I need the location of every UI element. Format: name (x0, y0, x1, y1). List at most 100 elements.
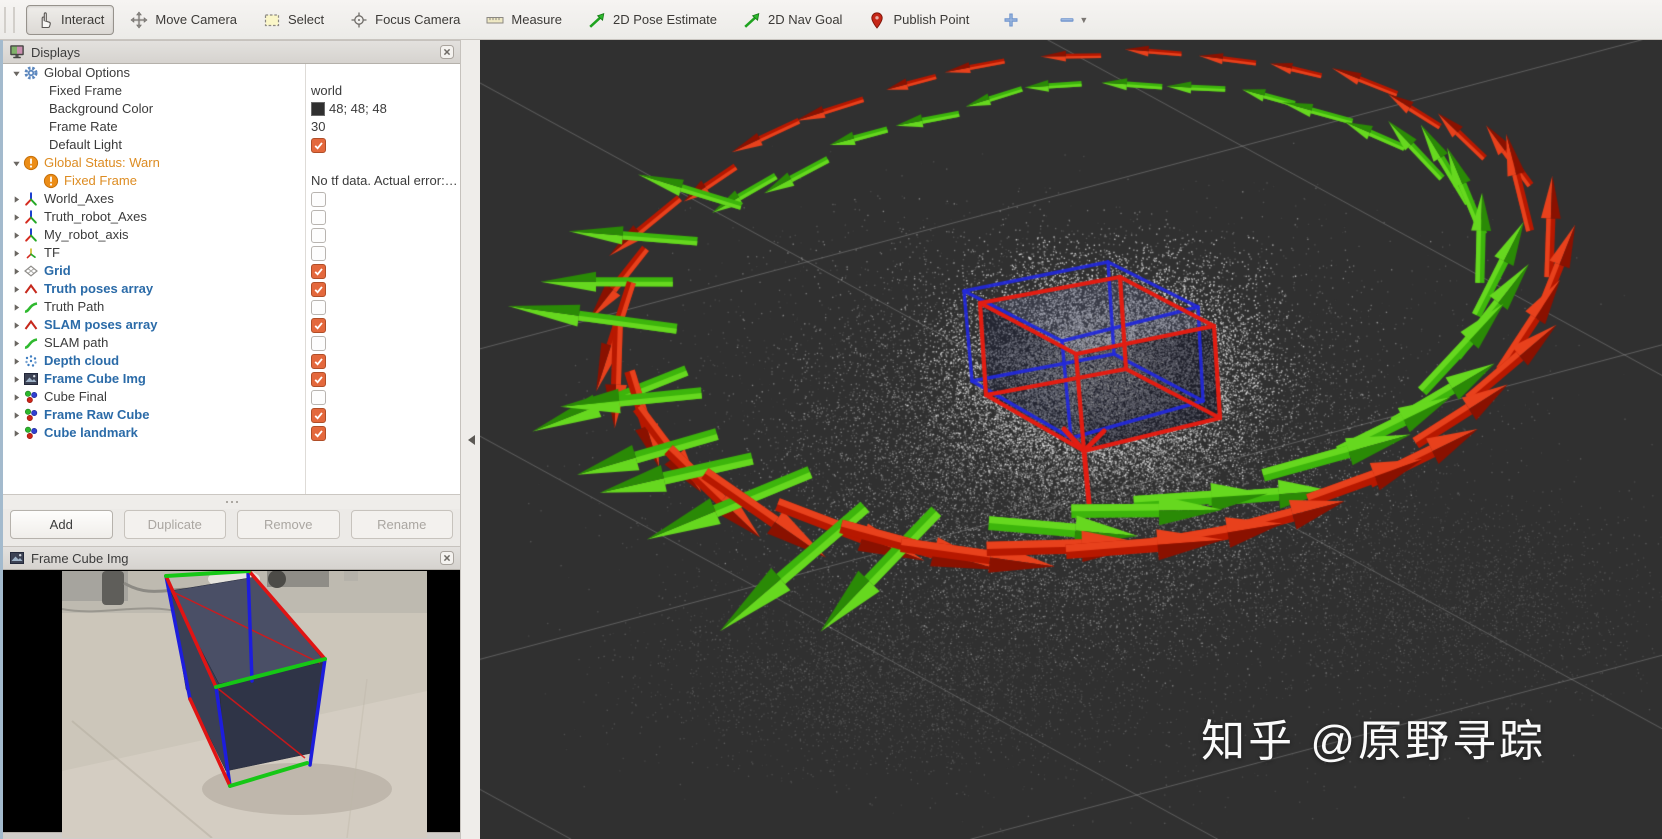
add-tool-button[interactable] (996, 7, 1026, 33)
expander-closed-icon[interactable] (9, 357, 23, 366)
row-value-cell[interactable] (306, 64, 460, 82)
row-label: Frame Rate (49, 118, 118, 136)
display-row-world-axes[interactable]: World_Axes (3, 190, 460, 208)
display-row-truth-robot-axes[interactable]: Truth_robot_Axes (3, 208, 460, 226)
display-row-fixed-frame[interactable]: Fixed Frame world (3, 82, 460, 100)
tree-splitter-handle[interactable] (3, 495, 460, 509)
display-row-truth-poses-array[interactable]: Truth poses array (3, 280, 460, 298)
row-value-cell[interactable] (306, 388, 460, 406)
display-row-depth-cloud[interactable]: Depth cloud (3, 352, 460, 370)
row-value-cell[interactable] (306, 190, 460, 208)
expander-closed-icon[interactable] (9, 339, 23, 348)
visibility-checkbox-unchecked[interactable] (311, 336, 326, 351)
display-row-global-status-warn[interactable]: Global Status: Warn (3, 154, 460, 172)
display-row-frame-cube-img[interactable]: Frame Cube Img (3, 370, 460, 388)
visibility-checkbox-checked[interactable] (311, 426, 326, 441)
visibility-checkbox-checked[interactable] (311, 408, 326, 423)
tool-focus-camera[interactable]: Focus Camera (340, 5, 470, 35)
row-value-cell[interactable] (306, 316, 460, 334)
visibility-checkbox-checked[interactable] (311, 282, 326, 297)
row-value-cell[interactable] (306, 244, 460, 262)
expander-closed-icon[interactable] (9, 231, 23, 240)
visibility-checkbox-checked[interactable] (311, 138, 326, 153)
row-value-cell[interactable] (306, 280, 460, 298)
rename-button[interactable]: Rename (351, 510, 454, 539)
image-panel-header: Frame Cube Img (3, 546, 460, 570)
expander-closed-icon[interactable] (9, 411, 23, 420)
tool-select[interactable]: Select (253, 5, 334, 35)
row-name-cell: Truth Path (3, 298, 305, 316)
visibility-checkbox-checked[interactable] (311, 354, 326, 369)
row-name-cell: SLAM path (3, 334, 305, 352)
row-value-cell[interactable] (306, 334, 460, 352)
row-value-cell[interactable] (306, 262, 460, 280)
row-value-cell[interactable] (306, 298, 460, 316)
tool-publish-point[interactable]: Publish Point (858, 5, 979, 35)
display-row-truth-path[interactable]: Truth Path (3, 298, 460, 316)
collapse-panel-icon[interactable] (468, 435, 475, 445)
row-value-cell[interactable] (306, 352, 460, 370)
remove-button[interactable]: Remove (237, 510, 340, 539)
expander-open-icon[interactable] (9, 69, 23, 78)
display-row-fixed-frame[interactable]: Fixed FrameNo tf data. Actual error:… (3, 172, 460, 190)
display-row-default-light[interactable]: Default Light (3, 136, 460, 154)
expander-closed-icon[interactable] (9, 213, 23, 222)
display-row-background-color[interactable]: Background Color48; 48; 48 (3, 100, 460, 118)
row-value-text: 30 (311, 118, 325, 136)
visibility-checkbox-unchecked[interactable] (311, 210, 326, 225)
tool-measure[interactable]: Measure (476, 5, 572, 35)
toolbar-grip-handle[interactable] (4, 7, 15, 33)
expander-closed-icon[interactable] (9, 303, 23, 312)
row-value-cell[interactable] (306, 424, 460, 442)
row-value-cell[interactable] (306, 406, 460, 424)
image-panel-close-button[interactable] (440, 551, 454, 565)
display-row-grid[interactable]: Grid (3, 262, 460, 280)
visibility-checkbox-checked[interactable] (311, 372, 326, 387)
display-row-global-options[interactable]: Global Options (3, 64, 460, 82)
tool-2d-pose-estimate[interactable]: 2D Pose Estimate (578, 5, 727, 35)
expander-open-icon[interactable] (9, 159, 23, 168)
visibility-checkbox-unchecked[interactable] (311, 300, 326, 315)
display-row-cube-final[interactable]: Cube Final (3, 388, 460, 406)
row-label: Fixed Frame (49, 82, 122, 100)
expander-closed-icon[interactable] (9, 393, 23, 402)
row-value-cell[interactable] (306, 226, 460, 244)
visibility-checkbox-checked[interactable] (311, 264, 326, 279)
displays-close-button[interactable] (440, 45, 454, 59)
display-row-frame-rate[interactable]: Frame Rate 30 (3, 118, 460, 136)
expander-closed-icon[interactable] (9, 249, 23, 258)
remove-tool-button[interactable]: ▼ (1052, 7, 1094, 33)
expander-closed-icon[interactable] (9, 267, 23, 276)
visibility-checkbox-checked[interactable] (311, 318, 326, 333)
display-row-slam-path[interactable]: SLAM path (3, 334, 460, 352)
display-row-my-robot-axis[interactable]: My_robot_axis (3, 226, 460, 244)
expander-closed-icon[interactable] (9, 429, 23, 438)
visibility-checkbox-unchecked[interactable] (311, 390, 326, 405)
expander-closed-icon[interactable] (9, 195, 23, 204)
row-value-cell[interactable] (306, 208, 460, 226)
display-row-frame-raw-cube[interactable]: Frame Raw Cube (3, 406, 460, 424)
display-row-slam-poses-array[interactable]: SLAM poses array (3, 316, 460, 334)
row-name-cell: Global Status: Warn (3, 154, 305, 172)
expander-closed-icon[interactable] (9, 375, 23, 384)
dock-splitter[interactable] (460, 40, 481, 839)
add-button[interactable]: Add (10, 510, 113, 539)
row-value-cell[interactable]: 48; 48; 48 (306, 100, 460, 118)
row-value-cell[interactable]: world (306, 82, 460, 100)
expander-closed-icon[interactable] (9, 321, 23, 330)
visibility-checkbox-unchecked[interactable] (311, 228, 326, 243)
tool-move-camera[interactable]: Move Camera (120, 5, 247, 35)
display-row-tf[interactable]: TF (3, 244, 460, 262)
visibility-checkbox-unchecked[interactable] (311, 246, 326, 261)
duplicate-button[interactable]: Duplicate (124, 510, 227, 539)
row-value-cell[interactable] (306, 370, 460, 388)
row-value-cell[interactable]: No tf data. Actual error:… (306, 172, 460, 190)
tool-interact[interactable]: Interact (26, 5, 114, 35)
expander-closed-icon[interactable] (9, 285, 23, 294)
tool-2d-nav-goal[interactable]: 2D Nav Goal (733, 5, 852, 35)
row-value-cell[interactable] (306, 154, 460, 172)
row-value-cell[interactable]: 30 (306, 118, 460, 136)
row-value-cell[interactable] (306, 136, 460, 154)
visibility-checkbox-unchecked[interactable] (311, 192, 326, 207)
display-row-cube-landmark[interactable]: Cube landmark (3, 424, 460, 442)
